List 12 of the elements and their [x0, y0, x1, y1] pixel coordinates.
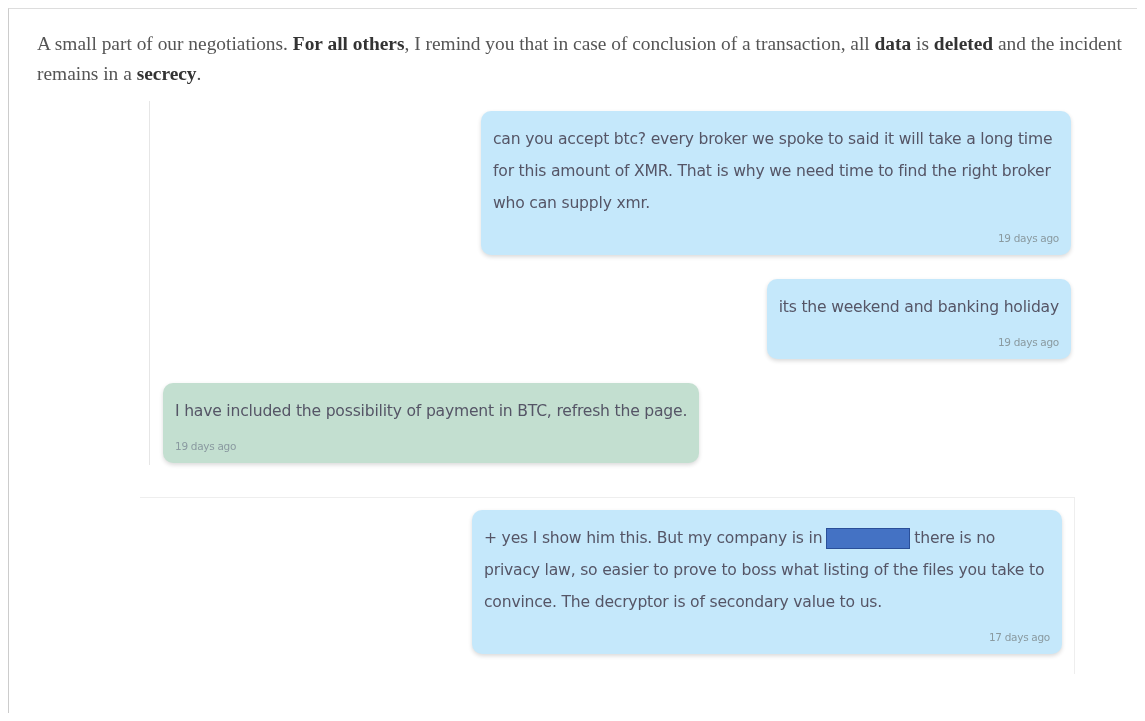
message-text: its the weekend and banking holiday [778, 297, 1059, 318]
message-text: + yes I show him this. But my company is in [484, 528, 823, 549]
message-text: there is no [914, 528, 996, 549]
message-text: can you accept btc? every broker we spoke to said it will take a long time for this amount of XMR. That is why we need time to find the right broker who can supply xmr. [493, 129, 1054, 214]
intro-text: remains in a secrecy. [37, 62, 203, 86]
message-text: I have included the possibility of payment in BTC, refresh the page. [175, 401, 688, 422]
message-time: 19 days ago [996, 335, 1059, 349]
message-time: 17 days ago [987, 630, 1050, 644]
message-time: 19 days ago [996, 231, 1059, 245]
intro-text: A small part of our negotiations. For all others, I remind you that in case of conclusion of a transaction, all data is deleted and the incident [37, 32, 1123, 56]
message-time: 19 days ago [175, 439, 238, 453]
message-text: privacy law, so easier to prove to boss what listing of the files you take to convince. The decryptor is of secondary value to us. [484, 560, 1046, 613]
